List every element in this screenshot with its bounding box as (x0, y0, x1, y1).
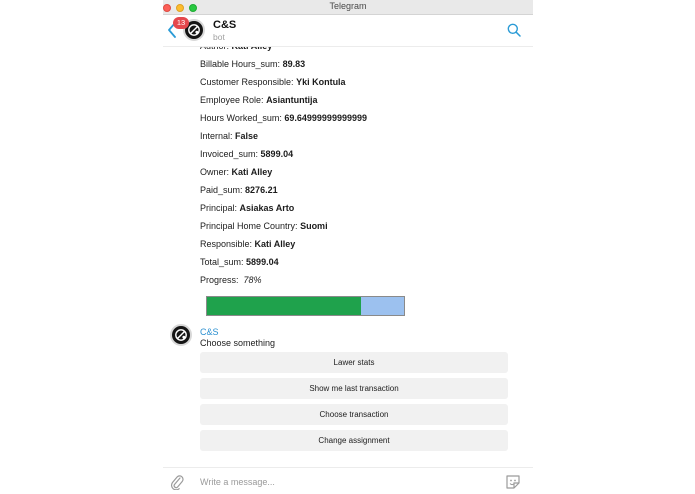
detail-value: 5899.04 (246, 257, 279, 267)
detail-line: Internal: False (200, 131, 258, 141)
detail-label: Principal: (200, 203, 238, 213)
detail-label: Customer Responsible: (200, 77, 294, 87)
detail-line: Employee Role: Asiantuntija (200, 95, 318, 105)
progress-bar (206, 296, 405, 316)
detail-label: Total_sum: (200, 257, 244, 267)
search-button[interactable] (507, 23, 521, 37)
detail-label: Invoiced_sum: (200, 149, 259, 159)
message-input[interactable] (200, 474, 490, 490)
detail-value: Kati Alley (232, 47, 273, 51)
detail-line: Owner: Kati Alley (200, 167, 272, 177)
bot-logo-icon (175, 329, 187, 341)
detail-line: Hours Worked_sum: 69.64999999999999 (200, 113, 367, 123)
detail-label: Internal: (200, 131, 233, 141)
detail-label: Principal Home Country: (200, 221, 298, 231)
message-text: Choose something (200, 338, 276, 348)
detail-line: Principal Home Country: Suomi (200, 221, 328, 231)
paperclip-icon (170, 475, 184, 491)
telegram-window: Telegram 13 C&S bot Author: Kati Alley Bi… (163, 0, 533, 494)
keyboard-button-lawer-stats[interactable]: Lawer stats (200, 352, 508, 373)
detail-line: Author: Kati Alley (200, 47, 272, 51)
detail-line: Paid_sum: 8276.21 (200, 185, 278, 195)
detail-label: Author: (200, 47, 229, 51)
detail-value: 8276.21 (245, 185, 278, 195)
message-list[interactable]: Author: Kati Alley Billable Hours_sum: 89… (163, 47, 533, 467)
detail-line: Customer Responsible: Yki Kontula (200, 77, 346, 87)
detail-value: 89.83 (282, 59, 306, 69)
detail-label: Billable Hours_sum: (200, 59, 281, 69)
detail-value: 5899.04 (260, 149, 294, 159)
progress-fill (207, 297, 361, 315)
detail-line: Total_sum: 5899.04 (200, 257, 279, 267)
sticker-button[interactable] (505, 474, 521, 490)
keyboard-button-choose-transaction[interactable]: Choose transaction (200, 404, 508, 425)
peer-name[interactable]: C&S (213, 19, 236, 31)
progress-value: 78% (243, 275, 262, 285)
keyboard-button-last-transaction[interactable]: Show me last transaction (200, 378, 508, 399)
avatar[interactable] (170, 324, 192, 346)
progress-label: Progress: (200, 275, 239, 285)
progress-line: Progress: 78% (200, 275, 262, 285)
detail-label: Responsible: (200, 239, 253, 249)
message-sender[interactable]: C&S (200, 327, 219, 337)
detail-line: Billable Hours_sum: 89.83 (200, 59, 305, 69)
detail-value: Suomi (300, 221, 328, 231)
detail-value: Asiantuntija (266, 95, 318, 105)
detail-value: Kati Alley (254, 239, 296, 249)
detail-label: Hours Worked_sum: (200, 113, 282, 123)
search-icon (507, 23, 521, 37)
window-title: Telegram (329, 1, 367, 11)
detail-label: Employee Role: (200, 95, 264, 105)
unread-badge: 13 (173, 17, 189, 29)
detail-value: Yki Kontula (296, 77, 346, 87)
sticker-icon (506, 475, 520, 489)
detail-line: Principal: Asiakas Arto (200, 203, 294, 213)
detail-label: Paid_sum: (200, 185, 243, 195)
chat-header: 13 C&S bot (163, 15, 533, 47)
attach-button[interactable] (170, 474, 184, 491)
title-bar: Telegram (163, 0, 533, 15)
detail-label: Owner: (200, 167, 230, 177)
detail-value: False (235, 131, 259, 141)
keyboard-button-change-assignment[interactable]: Change assignment (200, 430, 508, 451)
detail-value: 69.64999999999999 (284, 113, 367, 123)
detail-line: Responsible: Kati Alley (200, 239, 295, 249)
message-composer (163, 467, 533, 494)
detail-value: Kati Alley (231, 167, 273, 177)
peer-status: bot (213, 32, 225, 42)
detail-value: Asiakas Arto (239, 203, 295, 213)
detail-line: Invoiced_sum: 5899.04 (200, 149, 293, 159)
